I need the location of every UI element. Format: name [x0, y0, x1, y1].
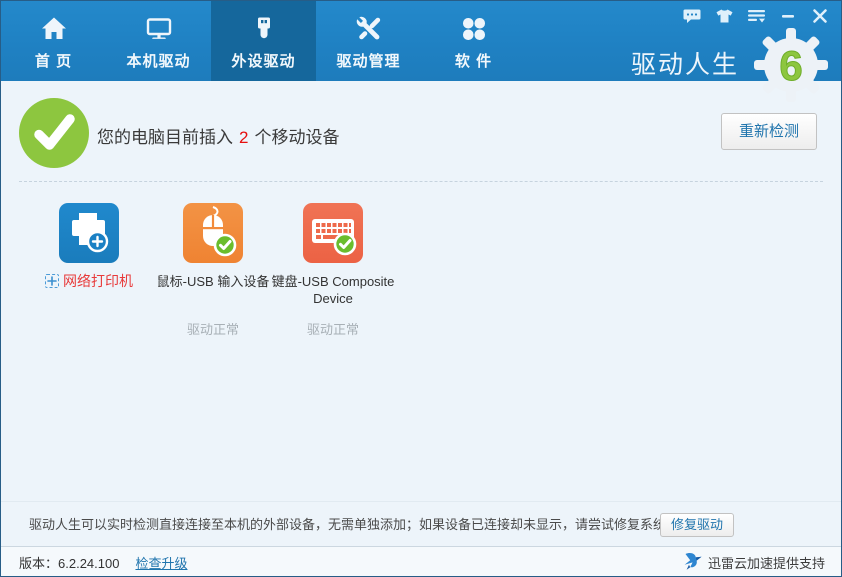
- device-item-mouse[interactable]: 鼠标-USB 输入设备 驱动正常: [151, 203, 275, 338]
- feedback-icon[interactable]: [683, 8, 701, 24]
- thunder-bird-icon: [682, 551, 702, 573]
- repair-driver-button[interactable]: 修复驱动: [660, 513, 734, 537]
- driver-status: 驱动正常: [187, 319, 239, 338]
- status-message-suffix: 个移动设备: [254, 128, 339, 147]
- redetect-button[interactable]: 重新检测: [721, 113, 817, 150]
- version-label: 版本：: [19, 556, 58, 571]
- usb-icon: [250, 12, 278, 46]
- minimize-icon[interactable]: [779, 8, 797, 24]
- tip-bar: 驱动人生可以实时检测直接连接至本机的外部设备，无需单独添加；如果设备已连接却未显…: [1, 501, 841, 546]
- sponsor: 迅雷云加速提供支持: [682, 551, 825, 573]
- device-label-row: 网络打印机: [45, 273, 133, 313]
- device-count: 2: [239, 128, 248, 147]
- tab-driver-management[interactable]: 驱动管理: [316, 1, 421, 81]
- printer-icon: [59, 203, 119, 263]
- device-item-network-printer[interactable]: 网络打印机: [27, 203, 151, 313]
- driver-status: 驱动正常: [307, 319, 359, 338]
- close-icon[interactable]: [811, 8, 829, 24]
- tab-label: 驱动管理: [336, 50, 400, 71]
- skin-icon[interactable]: [715, 8, 733, 24]
- tip-text: 驱动人生可以实时检测直接连接至本机的外部设备，无需单独添加；如果设备已连接却未显…: [29, 502, 696, 547]
- tab-label: 本机驱动: [126, 50, 190, 71]
- check-badge-icon: [335, 234, 355, 254]
- status-message: 您的电脑目前插入 2 个移动设备: [97, 123, 339, 148]
- status-bar: 版本：6.2.24.100 检查升级 迅雷云加速提供支持: [1, 546, 841, 577]
- tools-icon: [355, 12, 383, 46]
- tab-label: 外设驱动: [231, 50, 295, 71]
- tab-peripheral-drivers[interactable]: 外设驱动: [211, 1, 316, 81]
- monitor-icon: [145, 12, 173, 46]
- check-badge-icon: [215, 235, 235, 255]
- status-message-prefix: 您的电脑目前插入: [97, 128, 233, 147]
- logo-gear-badge: 6: [753, 27, 829, 103]
- tab-label: 首 页: [35, 50, 72, 71]
- tab-label: 软 件: [455, 50, 492, 71]
- window-controls: [683, 8, 829, 24]
- version-badge: 6: [779, 42, 802, 89]
- keyboard-icon: [303, 203, 363, 263]
- device-item-keyboard[interactable]: 键盘-USB Composite Device 驱动正常: [269, 203, 397, 338]
- menu-icon[interactable]: [747, 8, 765, 24]
- add-plus-badge-icon: [88, 232, 107, 251]
- mouse-tile: [183, 203, 243, 263]
- check-circle-icon: [19, 98, 89, 168]
- app-window: 首 页 本机驱动 外设驱动 驱动管理: [0, 0, 842, 577]
- device-label: 键盘-USB Composite Device: [269, 273, 397, 313]
- home-icon: [40, 12, 68, 46]
- tab-home[interactable]: 首 页: [1, 1, 106, 81]
- tab-software[interactable]: 软 件: [421, 1, 526, 81]
- keyboard-tile: [303, 203, 363, 263]
- nav-tabs: 首 页 本机驱动 外设驱动 驱动管理: [1, 1, 526, 81]
- mouse-icon: [183, 203, 243, 263]
- sponsor-text: 迅雷云加速提供支持: [708, 553, 825, 572]
- header: 首 页 本机驱动 外设驱动 驱动管理: [1, 1, 841, 81]
- app-logo-text: 驱动人生: [631, 45, 739, 81]
- dashed-divider: [19, 181, 823, 182]
- apps-icon: [460, 12, 488, 46]
- device-label: 鼠标-USB 输入设备: [157, 273, 270, 313]
- tab-local-drivers[interactable]: 本机驱动: [106, 1, 211, 81]
- version-text: 版本：6.2.24.100: [19, 553, 119, 572]
- version-value: 6.2.24.100: [58, 556, 119, 571]
- add-plus-icon: [45, 274, 59, 288]
- printer-tile: [59, 203, 119, 263]
- check-upgrade-link[interactable]: 检查升级: [135, 553, 187, 572]
- device-label: 网络打印机: [63, 273, 133, 290]
